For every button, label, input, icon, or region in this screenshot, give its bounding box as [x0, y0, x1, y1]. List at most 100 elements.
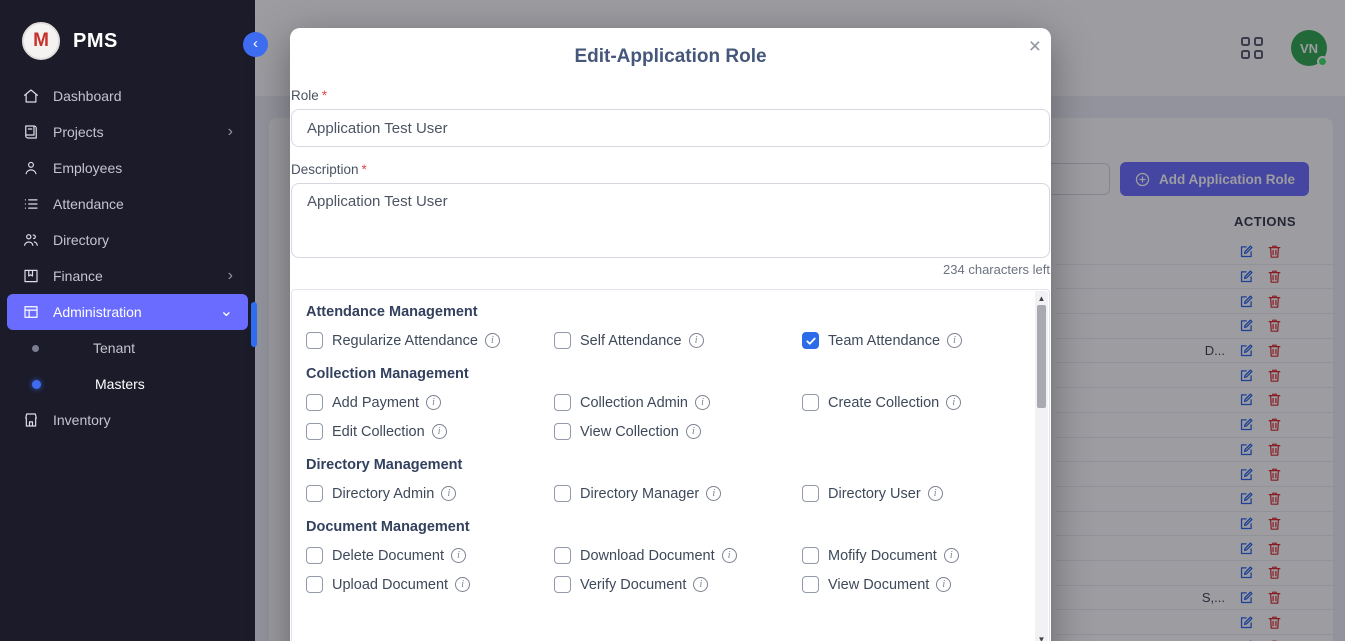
info-icon[interactable]: i [693, 577, 708, 592]
permission-label: Edit Collection [332, 424, 425, 440]
description-label-text: Description [291, 162, 359, 177]
checkbox-unchecked[interactable] [554, 332, 571, 349]
checkbox-unchecked[interactable] [554, 485, 571, 502]
info-icon[interactable]: i [686, 424, 701, 439]
permission-directory-admin[interactable]: Directory Admini [306, 485, 554, 502]
info-icon[interactable]: i [722, 548, 737, 563]
permission-mofify-document[interactable]: Mofify Documenti [802, 547, 1013, 564]
checkbox-unchecked[interactable] [554, 423, 571, 440]
info-icon[interactable]: i [936, 577, 951, 592]
role-input[interactable] [291, 109, 1050, 147]
close-button[interactable]: × [1029, 36, 1041, 57]
permission-label: Download Document [580, 548, 715, 564]
checkbox-unchecked[interactable] [802, 485, 819, 502]
checkbox-unchecked[interactable] [306, 547, 323, 564]
permission-label: Create Collection [828, 395, 939, 411]
permission-directory-manager[interactable]: Directory Manager i [554, 485, 802, 502]
info-icon[interactable]: i [485, 333, 500, 348]
sidebar-nav: Dashboard Projects› Employees Attendance Dir… [0, 78, 255, 438]
permission-grid: Regularize AttendanceiSelf AttendanceiTe… [306, 332, 1013, 349]
permission-self-attendance[interactable]: Self Attendancei [554, 332, 802, 349]
projects-icon [22, 123, 40, 141]
permission-collection-admin[interactable]: Collection Admini [554, 394, 802, 411]
permission-label: Delete Document [332, 548, 444, 564]
checkbox-unchecked[interactable] [306, 576, 323, 593]
permission-section-title: Collection Management [306, 366, 1013, 382]
permission-label: View Document [828, 577, 929, 593]
sidebar-item-attendance[interactable]: Attendance [0, 186, 255, 222]
info-icon[interactable]: i [689, 333, 704, 348]
edit-application-role-modal: × Edit-Application Role Role* Descriptio… [290, 28, 1051, 641]
description-textarea[interactable]: Application Test User [291, 183, 1050, 258]
checkbox-unchecked[interactable] [802, 547, 819, 564]
info-icon[interactable]: i [947, 333, 962, 348]
permission-add-payment[interactable]: Add Payment i [306, 394, 554, 411]
sidebar-item-label: Attendance [53, 196, 124, 212]
scroll-down-icon[interactable]: ▼ [1035, 635, 1048, 641]
info-icon[interactable]: i [706, 486, 721, 501]
checkbox-unchecked[interactable] [554, 394, 571, 411]
sidebar-item-finance[interactable]: Finance› [0, 258, 255, 294]
permission-delete-document[interactable]: Delete Document i [306, 547, 554, 564]
permission-team-attendance[interactable]: Team Attendance i [802, 332, 1013, 349]
info-icon[interactable]: i [946, 395, 961, 410]
permission-edit-collection[interactable]: Edit Collection i [306, 423, 554, 440]
info-icon[interactable]: i [944, 548, 959, 563]
scrollbar[interactable]: ▲ ▼ [1035, 291, 1048, 641]
permission-directory-user[interactable]: Directory User i [802, 485, 1013, 502]
permission-label: Add Payment [332, 395, 419, 411]
checkbox-unchecked[interactable] [306, 394, 323, 411]
checkbox-unchecked[interactable] [554, 576, 571, 593]
checkbox-checked[interactable] [802, 332, 819, 349]
description-label: Description* [291, 162, 1050, 177]
permission-section-title: Attendance Management [306, 304, 1013, 320]
people-icon [22, 231, 40, 249]
info-icon[interactable]: i [455, 577, 470, 592]
scrollbar-thumb[interactable] [1037, 305, 1046, 408]
sidebar-item-label: Projects [53, 124, 104, 140]
person-icon [22, 159, 40, 177]
scroll-up-icon[interactable]: ▲ [1035, 294, 1048, 303]
info-icon[interactable]: i [426, 395, 441, 410]
sidebar-item-label: Directory [53, 232, 109, 248]
info-icon[interactable]: i [451, 548, 466, 563]
info-icon[interactable]: i [432, 424, 447, 439]
permission-label: Team Attendance [828, 333, 940, 349]
info-icon[interactable]: i [695, 395, 710, 410]
app-name: PMS [73, 30, 118, 53]
permission-view-collection[interactable]: View Collectioni [554, 423, 802, 440]
permission-label: Directory Manager [580, 486, 699, 502]
info-icon[interactable]: i [928, 486, 943, 501]
sidebar-item-employees[interactable]: Employees [0, 150, 255, 186]
sidebar-item-inventory[interactable]: Inventory [0, 402, 255, 438]
permissions-box: Attendance Management Regularize Attendan… [291, 289, 1050, 641]
checkbox-unchecked[interactable] [306, 423, 323, 440]
permission-view-document[interactable]: View Document i [802, 576, 1013, 593]
info-icon[interactable]: i [441, 486, 456, 501]
permission-label: Directory User [828, 486, 921, 502]
permission-create-collection[interactable]: Create Collection i [802, 394, 1013, 411]
sidebar-item-administration[interactable]: Administration⌄ [7, 294, 248, 330]
checkbox-unchecked[interactable] [306, 485, 323, 502]
permission-download-document[interactable]: Download Document i [554, 547, 802, 564]
sidebar-item-tenant[interactable]: Tenant [0, 330, 255, 366]
sidebar-item-dashboard[interactable]: Dashboard [0, 78, 255, 114]
permission-grid: Directory AdminiDirectory ManageriDirect… [306, 485, 1013, 502]
sidebar-item-label: Dashboard [53, 88, 122, 104]
characters-left: 234 characters left [291, 262, 1050, 277]
sidebar-item-label: Employees [53, 160, 122, 176]
sidebar-item-label: Finance [53, 268, 103, 284]
sidebar-item-masters[interactable]: Masters [0, 366, 255, 402]
permission-verify-document[interactable]: Verify Documenti [554, 576, 802, 593]
checkbox-unchecked[interactable] [802, 576, 819, 593]
permission-regularize-attendance[interactable]: Regularize Attendancei [306, 332, 554, 349]
checkbox-unchecked[interactable] [802, 394, 819, 411]
home-icon [22, 87, 40, 105]
permission-upload-document[interactable]: Upload Documenti [306, 576, 554, 593]
checkbox-unchecked[interactable] [306, 332, 323, 349]
sidebar-item-projects[interactable]: Projects› [0, 114, 255, 150]
checkbox-unchecked[interactable] [554, 547, 571, 564]
sidebar-collapse-button[interactable]: ‹ [243, 32, 268, 57]
sidebar-item-directory[interactable]: Directory [0, 222, 255, 258]
close-icon: × [1029, 35, 1041, 58]
